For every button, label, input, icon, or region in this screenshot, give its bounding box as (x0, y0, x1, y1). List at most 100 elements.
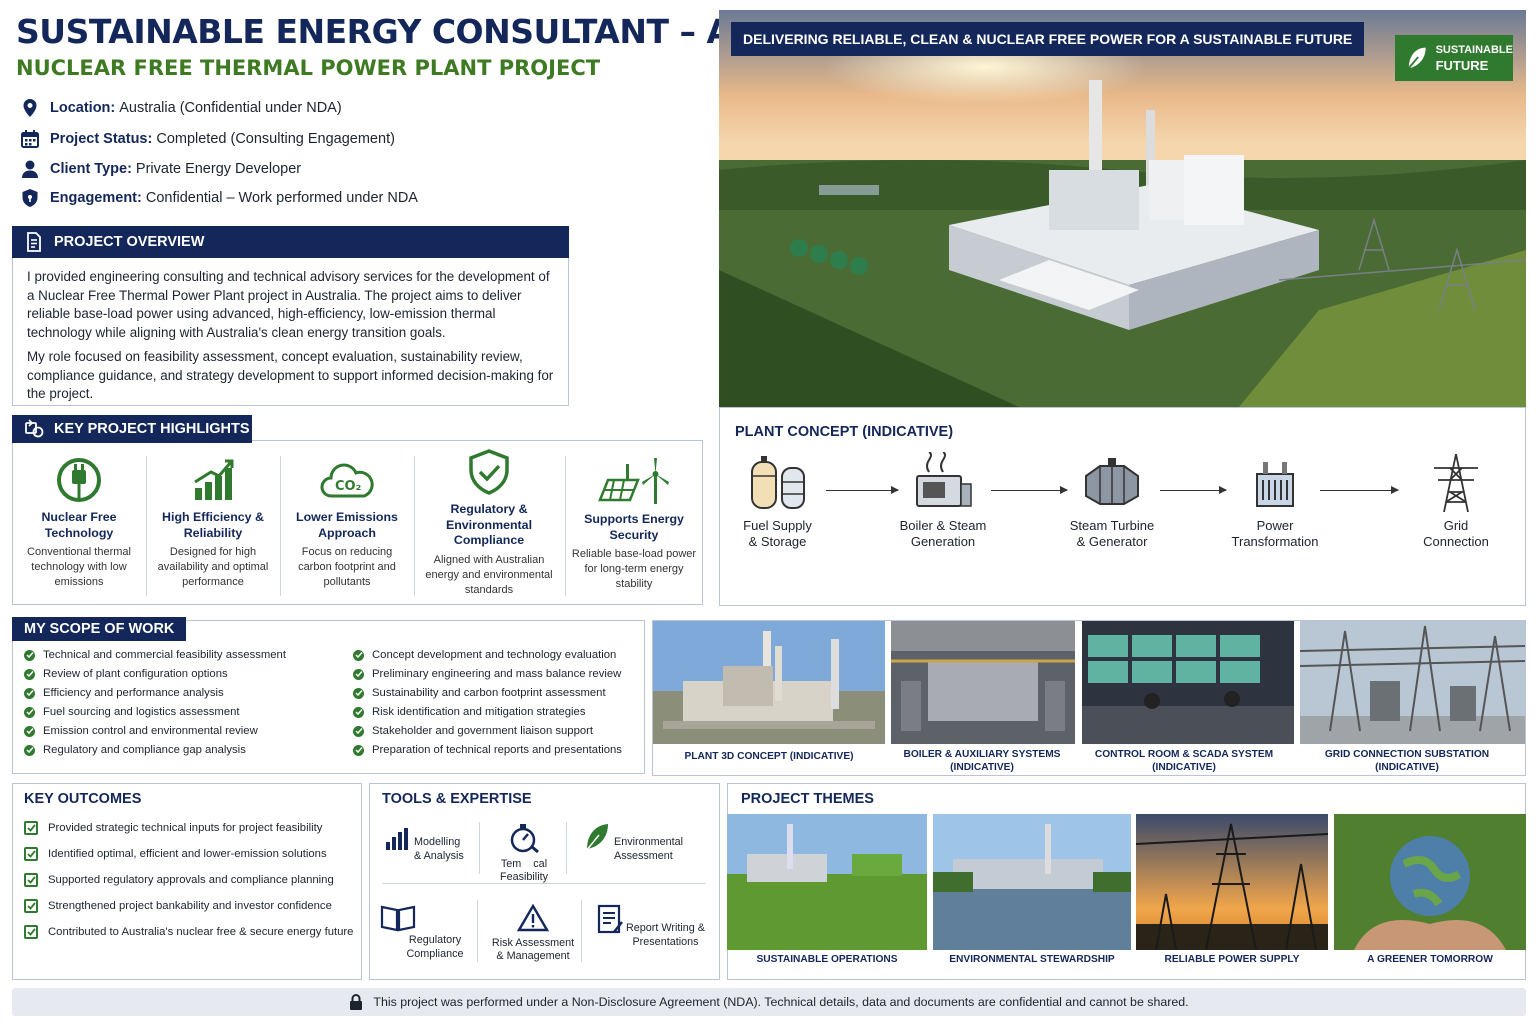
check-icon (24, 649, 35, 661)
scope-item: Preparation of technical reports and pre… (353, 744, 622, 756)
theme-image-operations (727, 814, 927, 950)
tool-line1: Modelling (414, 836, 461, 848)
divider (414, 456, 415, 596)
check-icon (353, 725, 364, 737)
scope-item: Sustainability and carbon footprint asse… (353, 687, 606, 699)
highlight-desc: Focus on reducing carbon footprint and p… (298, 546, 396, 588)
divider (479, 822, 480, 874)
tool-line1: Environmental (614, 836, 684, 848)
tool-line1: Regulatory (408, 934, 462, 946)
highlight-desc: Reliable base-load power for long-term e… (571, 548, 697, 590)
info-value: Completed (Consulting Engagement) (156, 131, 395, 147)
divider (581, 900, 582, 962)
scope-item-text: Preparation of technical reports and pre… (372, 744, 622, 756)
overview-heading-text: PROJECT OVERVIEW (54, 234, 205, 250)
highlight-energy-security: Supports Energy Security Reliable base-l… (570, 456, 698, 606)
tool-line2: & Management (496, 950, 570, 962)
boiler-icon (916, 451, 972, 507)
badge-line-2: FUTURE (1435, 58, 1489, 73)
theme-caption: ENVIRONMENTAL STEWARDSHIP (949, 954, 1115, 965)
person-icon (22, 160, 38, 178)
gallery-boiler (891, 621, 1075, 744)
flow-step-boiler: Boiler & Steam Generation (895, 451, 991, 550)
report-icon (597, 904, 623, 934)
checkbox-icon (24, 847, 38, 861)
highlight-desc: Aligned with Australian energy and envir… (425, 553, 553, 596)
tool-line1: Report Writing & (626, 922, 706, 934)
scope-item-text: Sustainability and carbon footprint asse… (372, 687, 606, 699)
calendar-icon (21, 130, 39, 148)
badge-line-1: SUSTAINABLE (1435, 44, 1513, 56)
outcomes-heading: KEY OUTCOMES (24, 791, 142, 807)
highlight-title: Regulatory & Environmental Compliance (445, 502, 533, 547)
book-icon (380, 905, 416, 932)
check-icon (353, 668, 364, 680)
co2-cloud-icon: CO₂ (320, 463, 374, 498)
scope-item: Risk identification and mitigation strat… (353, 706, 586, 718)
scope-item-text: Fuel sourcing and logistics assessment (43, 706, 240, 718)
highlight-desc: Designed for high availability and optim… (157, 546, 269, 588)
highlight-title: Supports Energy Security (584, 512, 684, 542)
footer-note: This project was performed under a Non-D… (12, 988, 1526, 1016)
divider (280, 456, 281, 596)
flow-step-transformation: Power Transformation (1222, 452, 1328, 550)
highlight-compliance: Regulatory & Environmental Compliance Al… (416, 448, 562, 598)
hero-banner: DELIVERING RELIABLE, CLEAN & NUCLEAR FRE… (731, 22, 1365, 56)
tool-line2: Assessment (614, 849, 673, 862)
pylon-icon (1434, 453, 1478, 513)
outcome-text: Strengthened project bankability and inv… (48, 900, 332, 912)
flow-step-line1: Grid (1443, 518, 1469, 533)
tool-modelling: Modelling & Analysis (384, 826, 464, 863)
caption-line: GRID CONNECTION SUBSTATION (1324, 749, 1490, 760)
scope-item-text: Preliminary engineering and mass balance… (372, 668, 622, 680)
info-engagement: Engagement: Confidential – Work performed… (20, 188, 418, 208)
leaf-icon (1406, 47, 1426, 71)
flow-step-turbine: Steam Turbine & Generator (1060, 452, 1164, 550)
highlights-row: Nuclear Free Technology Conventional the… (12, 449, 703, 606)
scope-item-text: Review of plant configuration options (43, 668, 228, 680)
gallery-caption: PLANT 3D CONCEPT (INDICATIVE) (653, 750, 885, 763)
shield-check-icon (469, 449, 509, 495)
tool-line2: Feasibility (499, 871, 548, 883)
scope-item: Efficiency and performance analysis (24, 687, 224, 699)
flow-arrow (1160, 486, 1227, 494)
theme-image-greener (1334, 814, 1526, 950)
gallery-caption: BOILER & AUXILIARY SYSTEMS (INDICATIVE) (884, 748, 1080, 774)
theme-caption: A GREENER TOMORROW (1367, 954, 1493, 965)
info-status: Project Status: Completed (Consulting Eng… (20, 129, 395, 149)
info-label: Location: (50, 100, 116, 116)
highlight-emissions: CO₂ Lower Emissions Approach Focus on re… (286, 456, 408, 606)
theme-image-power (1136, 814, 1328, 950)
flow-arrow (826, 486, 899, 494)
flow-step-line2: Generation (910, 534, 976, 549)
tool-technical-feasibility: Tem cal Feasibility (494, 823, 554, 885)
checkbox-icon (24, 873, 38, 887)
tool-line1: Risk Assessment (491, 936, 575, 949)
outcome-item: Identified optimal, efficient and lower-… (24, 847, 327, 861)
info-client: Client Type: Private Energy Developer (20, 159, 301, 179)
info-value: Confidential – Work performed under NDA (145, 190, 418, 206)
plant-concept-heading: PLANT CONCEPT (INDICATIVE) (735, 424, 954, 440)
gallery-caption: GRID CONNECTION SUBSTATION (INDICATIVE) (1300, 748, 1514, 774)
scope-item: Concept development and technology evalu… (353, 649, 616, 661)
bar-chart-icon (386, 828, 408, 850)
scope-item: Emission control and environmental revie… (24, 725, 258, 737)
check-icon (24, 744, 35, 756)
info-value: Private Energy Developer (135, 161, 302, 177)
flow-step-line2: Connection (1423, 534, 1489, 549)
plug-leaf-icon (57, 458, 101, 502)
check-icon (24, 687, 35, 699)
flow-arrow (991, 486, 1068, 494)
tool-report: Report Writing & Presentations (596, 904, 705, 949)
checkbox-icon (24, 899, 38, 913)
warning-icon (516, 903, 550, 932)
caption-line: CONTROL ROOM & SCADA SYSTEM (1094, 749, 1274, 760)
check-icon (353, 649, 364, 661)
lock-icon (350, 994, 363, 1010)
divider (566, 822, 567, 874)
flow-step-line1: Steam Turbine (1069, 518, 1155, 533)
flow-arrow (1320, 486, 1399, 494)
scope-item-text: Stakeholder and government liaison suppo… (372, 725, 594, 737)
checkbox-icon (24, 925, 38, 939)
flow-step-line2: & Storage (748, 534, 807, 549)
